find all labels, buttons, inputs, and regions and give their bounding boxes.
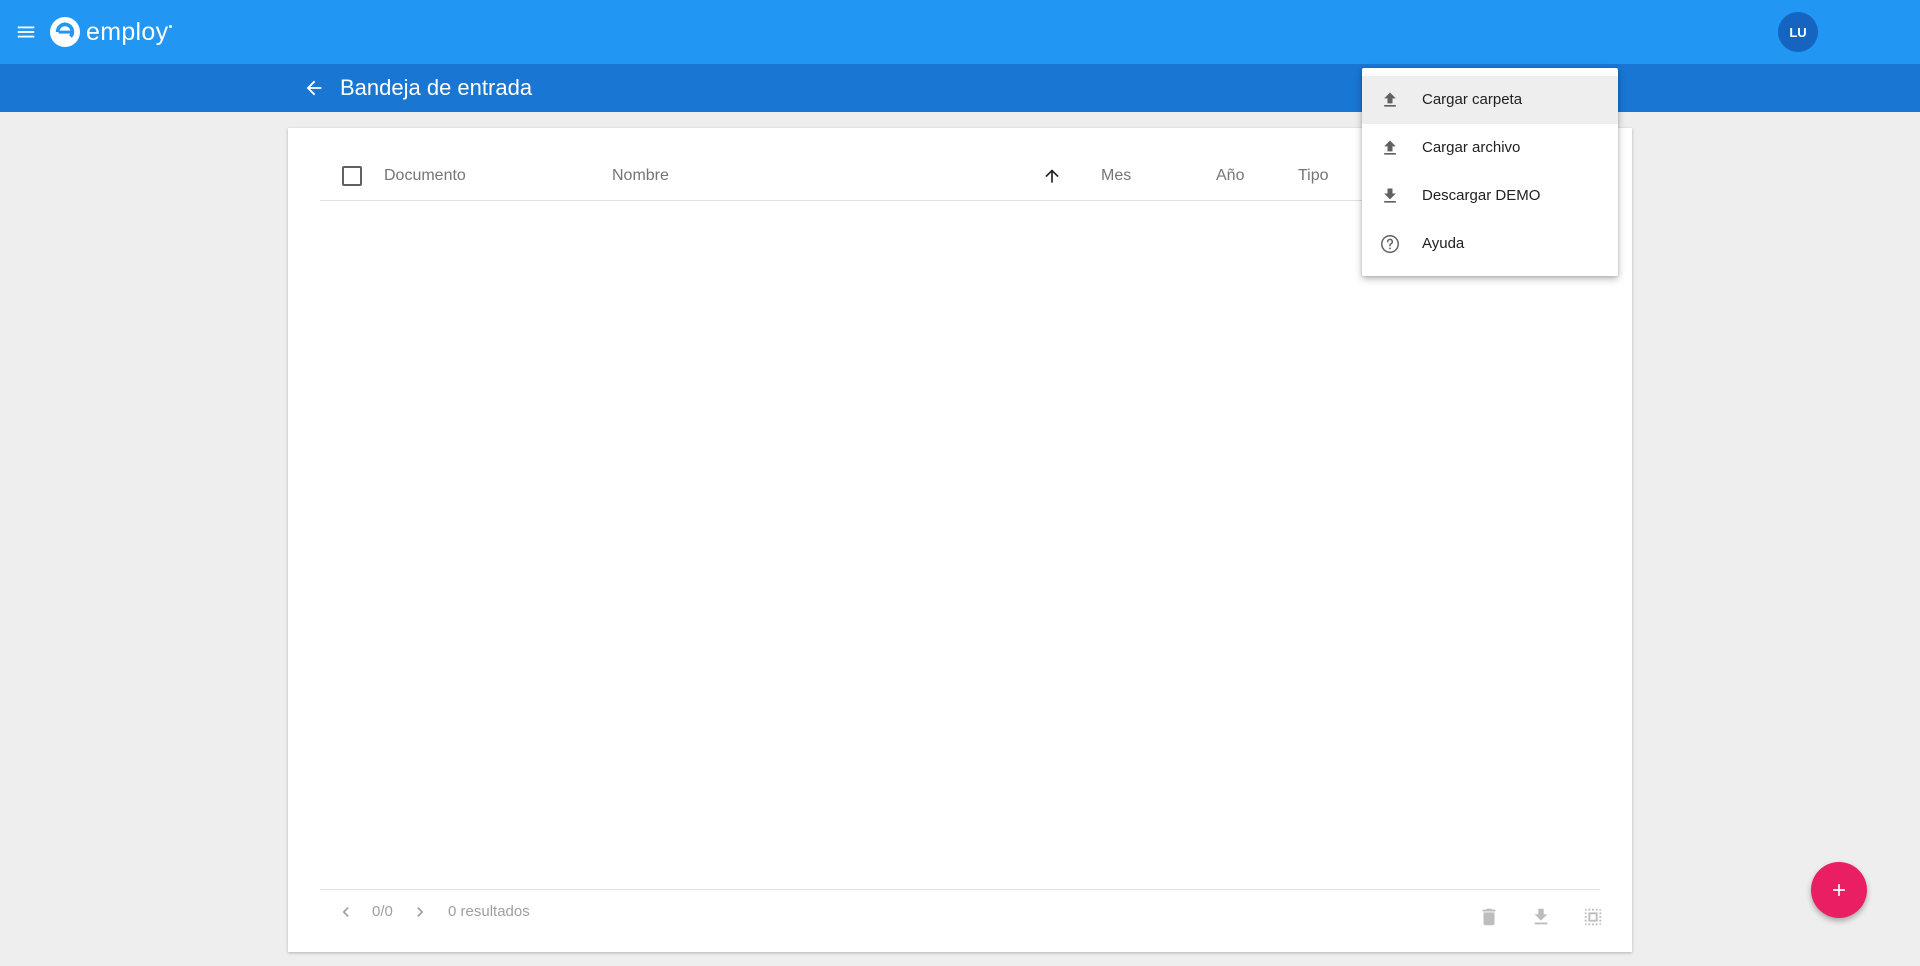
chevron-left-icon (342, 907, 349, 917)
chevron-right-icon (417, 907, 424, 917)
sort-ascending-button[interactable] (1042, 166, 1062, 186)
arrow-up-icon (1045, 169, 1059, 183)
table-footer: 0/0 0 resultados (320, 889, 1602, 946)
brand-trademark-dot (169, 24, 173, 28)
next-page-button[interactable] (408, 900, 432, 924)
plus-icon (1833, 884, 1845, 896)
top-app-bar: employ LU (0, 0, 1920, 64)
menu-item-label: Ayuda (1422, 235, 1465, 252)
download-icon (1534, 908, 1548, 925)
menu-item-cargar-carpeta[interactable]: Cargar carpeta (1362, 76, 1618, 124)
back-button[interactable] (300, 74, 328, 102)
menu-item-cargar-archivo[interactable]: Cargar archivo (1362, 124, 1618, 172)
upload-icon (1378, 136, 1402, 160)
actions-menu: Cargar carpeta Cargar archivo Descargar … (1362, 68, 1618, 276)
download-icon (1378, 184, 1402, 208)
add-fab-button[interactable] (1811, 862, 1867, 918)
hamburger-menu-button[interactable] (12, 18, 40, 46)
logo-mark-icon (50, 17, 80, 47)
column-header-nombre[interactable]: Nombre (612, 152, 669, 200)
select-all-icon (1584, 908, 1602, 926)
brand-name: employ (86, 17, 169, 46)
help-icon (1378, 232, 1402, 256)
menu-item-label: Descargar DEMO (1422, 187, 1541, 204)
results-count: 0 resultados (448, 903, 530, 920)
app-logo[interactable]: employ (50, 14, 173, 50)
menu-item-descargar-demo[interactable]: Descargar DEMO (1362, 172, 1618, 220)
page-indicator: 0/0 (372, 903, 393, 920)
user-avatar[interactable]: LU (1778, 12, 1818, 52)
download-selected-button[interactable] (1528, 904, 1554, 930)
page-title: Bandeja de entrada (340, 75, 533, 100)
page-header: Bandeja de entrada (0, 64, 1920, 112)
column-header-mes[interactable]: Mes (1101, 152, 1131, 200)
trash-icon (1482, 908, 1496, 926)
upload-icon (1378, 88, 1402, 112)
menu-item-label: Cargar archivo (1422, 139, 1521, 156)
delete-button[interactable] (1476, 904, 1502, 930)
select-all-button[interactable] (1580, 904, 1606, 930)
column-header-anio[interactable]: Año (1216, 152, 1244, 200)
hamburger-icon (17, 26, 35, 38)
previous-page-button[interactable] (334, 900, 358, 924)
arrow-back-icon (306, 80, 322, 96)
select-all-checkbox[interactable] (342, 166, 362, 186)
menu-item-ayuda[interactable]: Ayuda (1362, 220, 1618, 268)
column-header-tipo[interactable]: Tipo (1298, 152, 1329, 200)
menu-item-label: Cargar carpeta (1422, 91, 1523, 108)
column-header-documento[interactable]: Documento (384, 152, 466, 200)
